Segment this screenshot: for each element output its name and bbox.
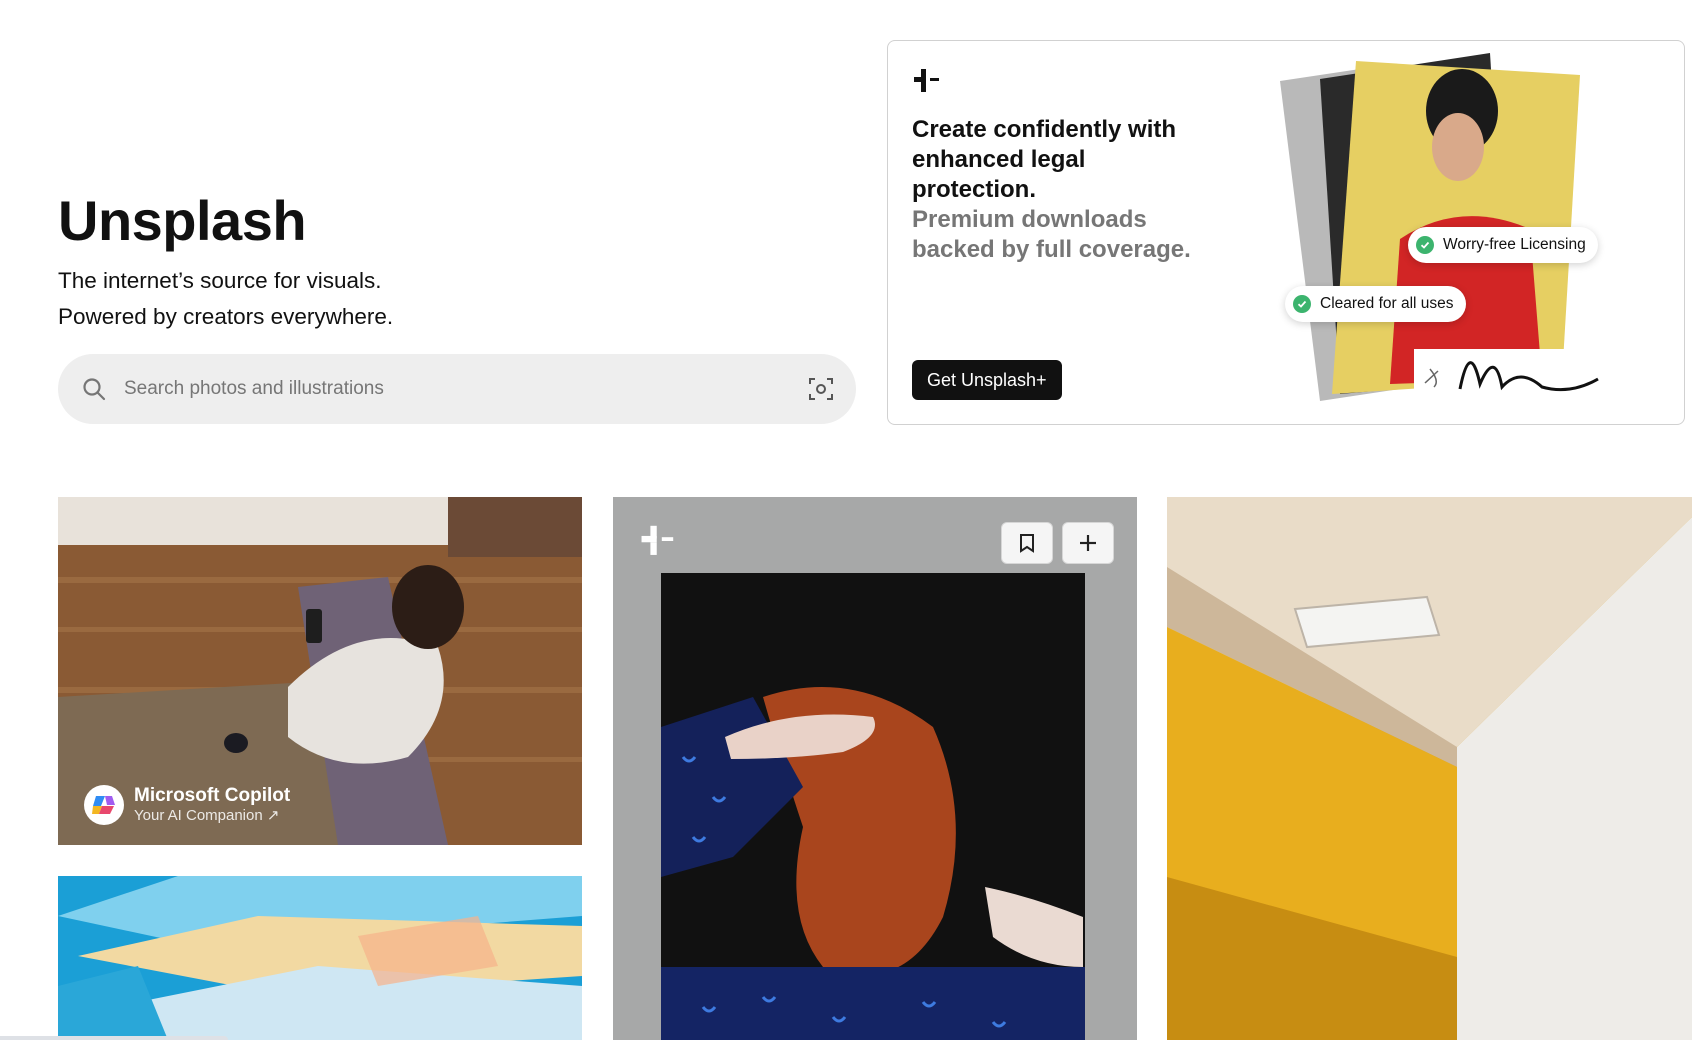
check-icon (1293, 295, 1311, 313)
ceiling-light-interior-photo (1167, 497, 1692, 1040)
visual-search-icon[interactable] (808, 376, 834, 402)
cleared-for-all-uses-badge: Cleared for all uses (1285, 286, 1466, 322)
worry-free-licensing-badge: Worry-free Licensing (1408, 227, 1598, 263)
photo-card[interactable] (1167, 497, 1692, 1040)
unsplash-plus-icon (641, 525, 674, 555)
sponsor-name: Microsoft Copilot (134, 785, 291, 806)
search-input[interactable] (124, 354, 784, 424)
sponsor-label[interactable]: Microsoft Copilot Your AI Companion ↗ (84, 785, 290, 825)
sponsor-tagline[interactable]: Your AI Companion ↗ (134, 807, 290, 825)
add-to-collection-button[interactable] (1062, 522, 1114, 564)
microsoft-copilot-logo-icon (84, 785, 124, 825)
hero-subtitle-line-1: The internet’s source for visuals. (58, 268, 382, 293)
iridescent-glass-photo (58, 876, 582, 1040)
unsplash-plus-icon (914, 69, 939, 92)
hero-subtitle-line-2: Powered by creators everywhere. (58, 304, 394, 329)
promo-headline: Create confidently with enhanced legal p… (912, 116, 1177, 203)
search-icon[interactable] (82, 377, 106, 401)
browser-status-bar (0, 1036, 228, 1040)
framed-sweater-photo (613, 497, 1137, 1040)
page-title: Unsplash (58, 189, 307, 252)
bookmark-icon (1020, 534, 1034, 553)
promo-subline: Premium downloads backed by full coverag… (912, 206, 1191, 263)
check-icon (1416, 236, 1434, 254)
photo-card[interactable] (58, 876, 582, 1040)
hero-subtitle: The internet’s source for visuals. Power… (58, 263, 393, 335)
sponsored-photo-card[interactable]: Microsoft Copilot Your AI Companion ↗ (58, 497, 582, 845)
plus-icon (1080, 535, 1096, 551)
search-bar[interactable] (58, 354, 856, 424)
unsplash-plus-promo: Create confidently with enhanced legal p… (887, 40, 1685, 425)
get-unsplash-plus-button[interactable]: Get Unsplash+ (912, 360, 1062, 400)
photo-card[interactable] (613, 497, 1137, 1040)
bookmark-button[interactable] (1001, 522, 1053, 564)
badge-label: Cleared for all uses (1320, 295, 1454, 312)
badge-label: Worry-free Licensing (1443, 236, 1586, 253)
